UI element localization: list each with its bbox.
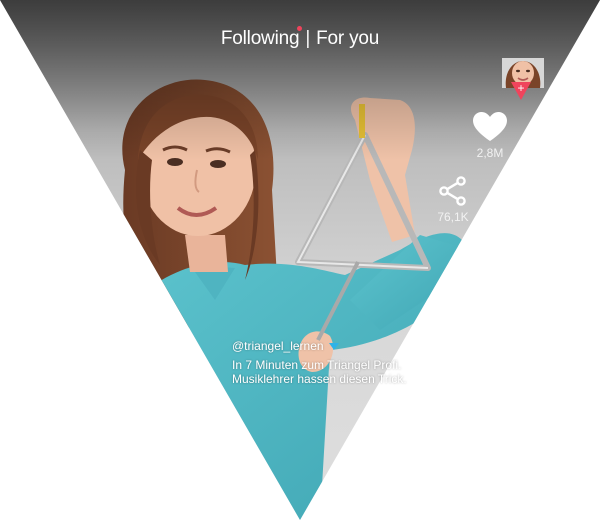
caption-text: In 7 Minuten zum Triangel Profi. Musikle… <box>232 358 407 386</box>
share-icon[interactable] <box>438 176 468 206</box>
video-caption: @triangel_lernen In 7 Minuten zum Triang… <box>232 339 422 386</box>
video-feed-screen: Following | For you + 2,8M 76,1K @triang… <box>0 0 600 520</box>
creator-username-row[interactable]: @triangel_lernen <box>232 339 422 353</box>
verified-icon <box>328 343 339 351</box>
share-count: 76,1K <box>437 210 469 224</box>
share-button[interactable]: 76,1K <box>430 176 476 224</box>
notification-dot <box>297 26 303 31</box>
like-count: 2,8M <box>476 146 504 160</box>
tab-divider: | <box>305 28 311 49</box>
follow-plus-label: + <box>517 81 525 95</box>
creator-avatar-group[interactable]: + <box>500 58 546 102</box>
like-button[interactable]: 2,8M <box>467 112 513 160</box>
tab-following[interactable]: Following <box>221 26 303 50</box>
creator-username[interactable]: @triangel_lernen <box>232 339 324 353</box>
feed-tabs: Following | For you <box>0 26 600 50</box>
heart-icon[interactable] <box>473 112 507 142</box>
tab-for-you[interactable]: For you <box>316 28 379 50</box>
